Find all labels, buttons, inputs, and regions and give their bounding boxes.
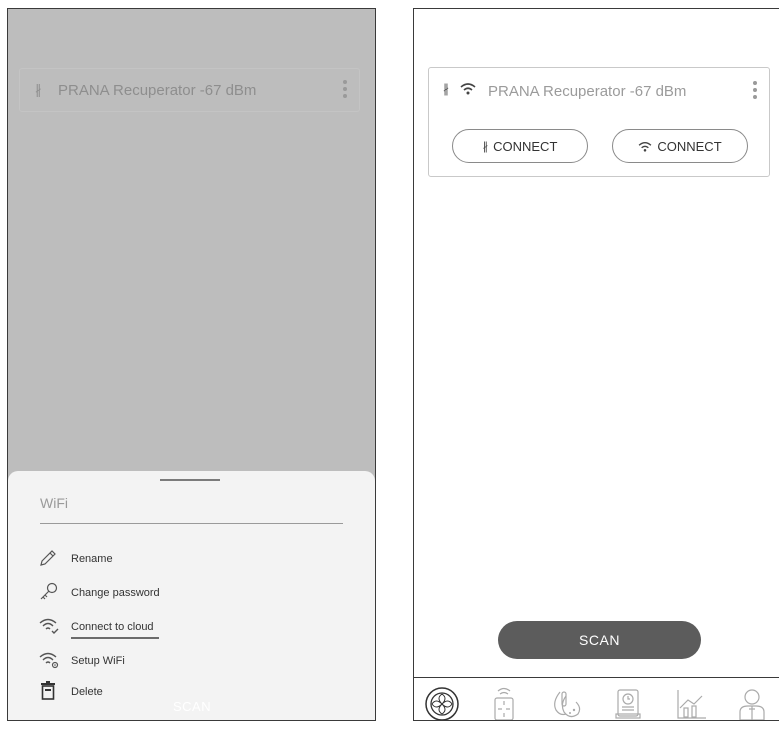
focus-underline bbox=[71, 637, 159, 639]
right-phone-screen: ∦ PRANA Recuperator -67 dBm ∦ CONNECT CO… bbox=[413, 8, 779, 721]
key-icon bbox=[38, 582, 60, 602]
menu-item-label: Delete bbox=[71, 686, 103, 698]
sheet-title: WiFi bbox=[40, 495, 68, 511]
wifi-icon bbox=[638, 141, 652, 152]
left-phone-screen: ∦ PRANA Recuperator -67 dBm WiFi Rename … bbox=[7, 8, 376, 721]
scan-button-ghost: SCAN bbox=[173, 699, 212, 714]
menu-item-connect-to-cloud[interactable]: Connect to cloud bbox=[38, 616, 338, 639]
menu-item-label: Change password bbox=[71, 587, 160, 599]
pencil-icon bbox=[38, 548, 60, 568]
wifi-check-icon bbox=[38, 616, 60, 636]
bluetooth-icon: ∦ bbox=[35, 82, 42, 97]
bluetooth-icon: ∦ bbox=[482, 140, 489, 153]
bottom-sheet: WiFi Rename Change password Connect to c… bbox=[8, 471, 375, 720]
device-name: PRANA Recuperator -67 dBm bbox=[488, 83, 687, 100]
wifi-icon bbox=[460, 82, 476, 95]
menu-item-label: Connect to cloud bbox=[71, 621, 154, 633]
menu-item-change-password[interactable]: Change password bbox=[38, 582, 338, 604]
profile-icon[interactable] bbox=[734, 686, 770, 720]
sheet-drag-handle[interactable] bbox=[160, 479, 220, 481]
more-vert-icon[interactable] bbox=[343, 80, 347, 101]
device-name: PRANA Recuperator -67 dBm bbox=[58, 82, 257, 99]
climate-icon[interactable] bbox=[548, 686, 584, 720]
device-card: ∦ PRANA Recuperator -67 dBm ∦ CONNECT CO… bbox=[428, 67, 770, 177]
menu-item-setup-wifi[interactable]: Setup WiFi bbox=[38, 650, 338, 672]
fan-mode-icon[interactable] bbox=[424, 686, 460, 720]
menu-item-label: Setup WiFi bbox=[71, 655, 125, 667]
button-label: CONNECT bbox=[493, 138, 558, 154]
remote-control-icon[interactable] bbox=[486, 686, 522, 720]
bottom-navigation bbox=[414, 677, 779, 720]
wifi-connect-button[interactable]: CONNECT bbox=[612, 129, 748, 163]
button-label: CONNECT bbox=[657, 138, 722, 154]
bluetooth-icon: ∦ bbox=[443, 82, 449, 96]
menu-item-rename[interactable]: Rename bbox=[38, 548, 338, 570]
schedule-icon[interactable] bbox=[610, 686, 646, 720]
device-row-dimmed[interactable]: ∦ PRANA Recuperator -67 dBm bbox=[19, 68, 360, 112]
trash-icon bbox=[38, 681, 60, 701]
sheet-divider bbox=[40, 523, 343, 524]
wifi-settings-icon bbox=[38, 650, 60, 670]
more-vert-icon[interactable] bbox=[753, 81, 757, 102]
statistics-icon[interactable] bbox=[672, 686, 708, 720]
scan-button[interactable]: SCAN bbox=[498, 621, 701, 659]
menu-item-label: Rename bbox=[71, 553, 113, 565]
bluetooth-connect-button[interactable]: ∦ CONNECT bbox=[452, 129, 588, 163]
